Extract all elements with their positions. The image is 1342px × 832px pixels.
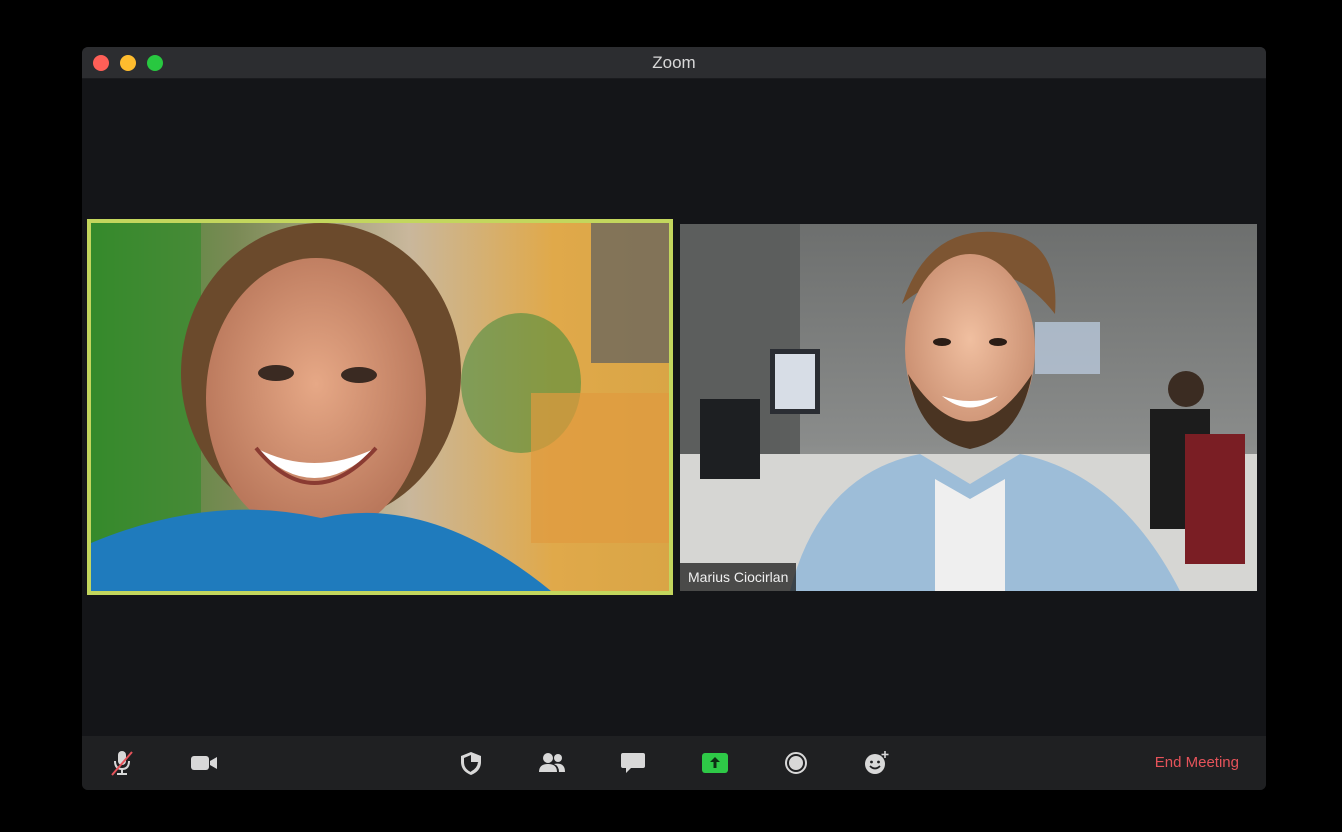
- participant-video-feed: [91, 223, 669, 591]
- reactions-button[interactable]: [861, 747, 893, 779]
- participant-video[interactable]: Marius Ciocirlan: [680, 224, 1257, 591]
- chat-button[interactable]: [617, 747, 649, 779]
- reactions-icon: [865, 751, 889, 774]
- microphone-muted-icon: [111, 751, 133, 776]
- video-camera-icon: [191, 756, 217, 770]
- participants-button[interactable]: [536, 747, 568, 779]
- share-screen-icon: [702, 753, 728, 773]
- mute-button[interactable]: [106, 747, 138, 779]
- record-button[interactable]: [780, 747, 812, 779]
- chat-bubble-icon: [621, 753, 645, 773]
- participant-name-label: Marius Ciocirlan: [680, 563, 797, 591]
- video-button[interactable]: [188, 747, 220, 779]
- participant-video-active-speaker[interactable]: [87, 219, 673, 595]
- window-title: Zoom: [652, 53, 696, 72]
- security-button[interactable]: [455, 747, 487, 779]
- title-bar[interactable]: Zoom: [82, 47, 1266, 79]
- zoom-window: Zoom Marius Ciocirlan End Meeting: [82, 47, 1266, 790]
- share-screen-button[interactable]: [699, 747, 731, 779]
- participant-video-feed: [680, 224, 1257, 591]
- shield-icon: [461, 752, 481, 775]
- end-meeting-button[interactable]: End Meeting: [1155, 736, 1239, 790]
- meeting-toolbar: End Meeting: [82, 736, 1266, 790]
- record-icon: [785, 752, 807, 774]
- participants-icon: [539, 753, 565, 772]
